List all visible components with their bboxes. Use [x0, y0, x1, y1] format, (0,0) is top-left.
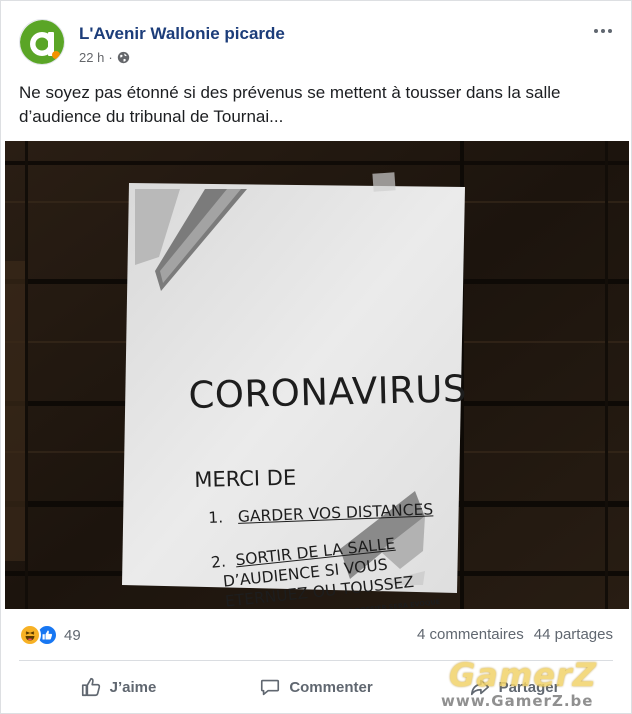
post-meta: 22 h · — [79, 50, 130, 65]
comment-button[interactable]: Commenter — [217, 669, 415, 705]
post-card: L'Avenir Wallonie picarde 22 h · Ne soye… — [0, 0, 632, 714]
shares-count-link[interactable]: 44 partages — [534, 626, 613, 643]
watermark-url: www.GamerZ.be — [441, 692, 594, 710]
page-avatar[interactable] — [19, 19, 65, 65]
notice-item-1-number: 1. — [208, 508, 224, 527]
globe-icon — [117, 51, 130, 64]
watermark-logo: GamerZ — [449, 656, 597, 694]
reaction-count: 49 — [64, 626, 81, 644]
gamerz-watermark: GamerZ www.GamerZ.be — [441, 656, 621, 714]
page-name-link[interactable]: L'Avenir Wallonie picarde — [79, 24, 285, 44]
comments-count-link[interactable]: 4 commentaires — [417, 626, 524, 643]
comment-button-label: Commenter — [289, 678, 373, 696]
meta-separator: · — [108, 50, 113, 65]
more-options-icon[interactable] — [591, 21, 615, 41]
thumbs-up-icon — [81, 677, 100, 697]
post-timestamp[interactable]: 22 h — [79, 50, 104, 65]
engagement-stats: 4 commentaires 44 partages — [417, 626, 613, 643]
notice-title: CORONAVIRUS — [188, 367, 468, 417]
haha-reaction-icon — [19, 624, 41, 646]
post-message: Ne soyez pas étonné si des prévenus se m… — [19, 83, 561, 126]
avenir-logo-icon — [20, 20, 64, 64]
like-button-label: J’aime — [109, 678, 157, 696]
post-header: L'Avenir Wallonie picarde 22 h · — [19, 19, 615, 69]
like-button[interactable]: J’aime — [19, 669, 217, 705]
notice-merci: MERCI DE — [194, 465, 297, 492]
reactions-summary[interactable]: 49 — [19, 621, 81, 649]
post-photo[interactable]: CORONAVIRUS MERCI DE 1. GARDER VOS DISTA… — [5, 141, 629, 609]
comment-bubble-icon — [261, 679, 280, 696]
notice-item-2-number: 2. — [210, 552, 227, 572]
